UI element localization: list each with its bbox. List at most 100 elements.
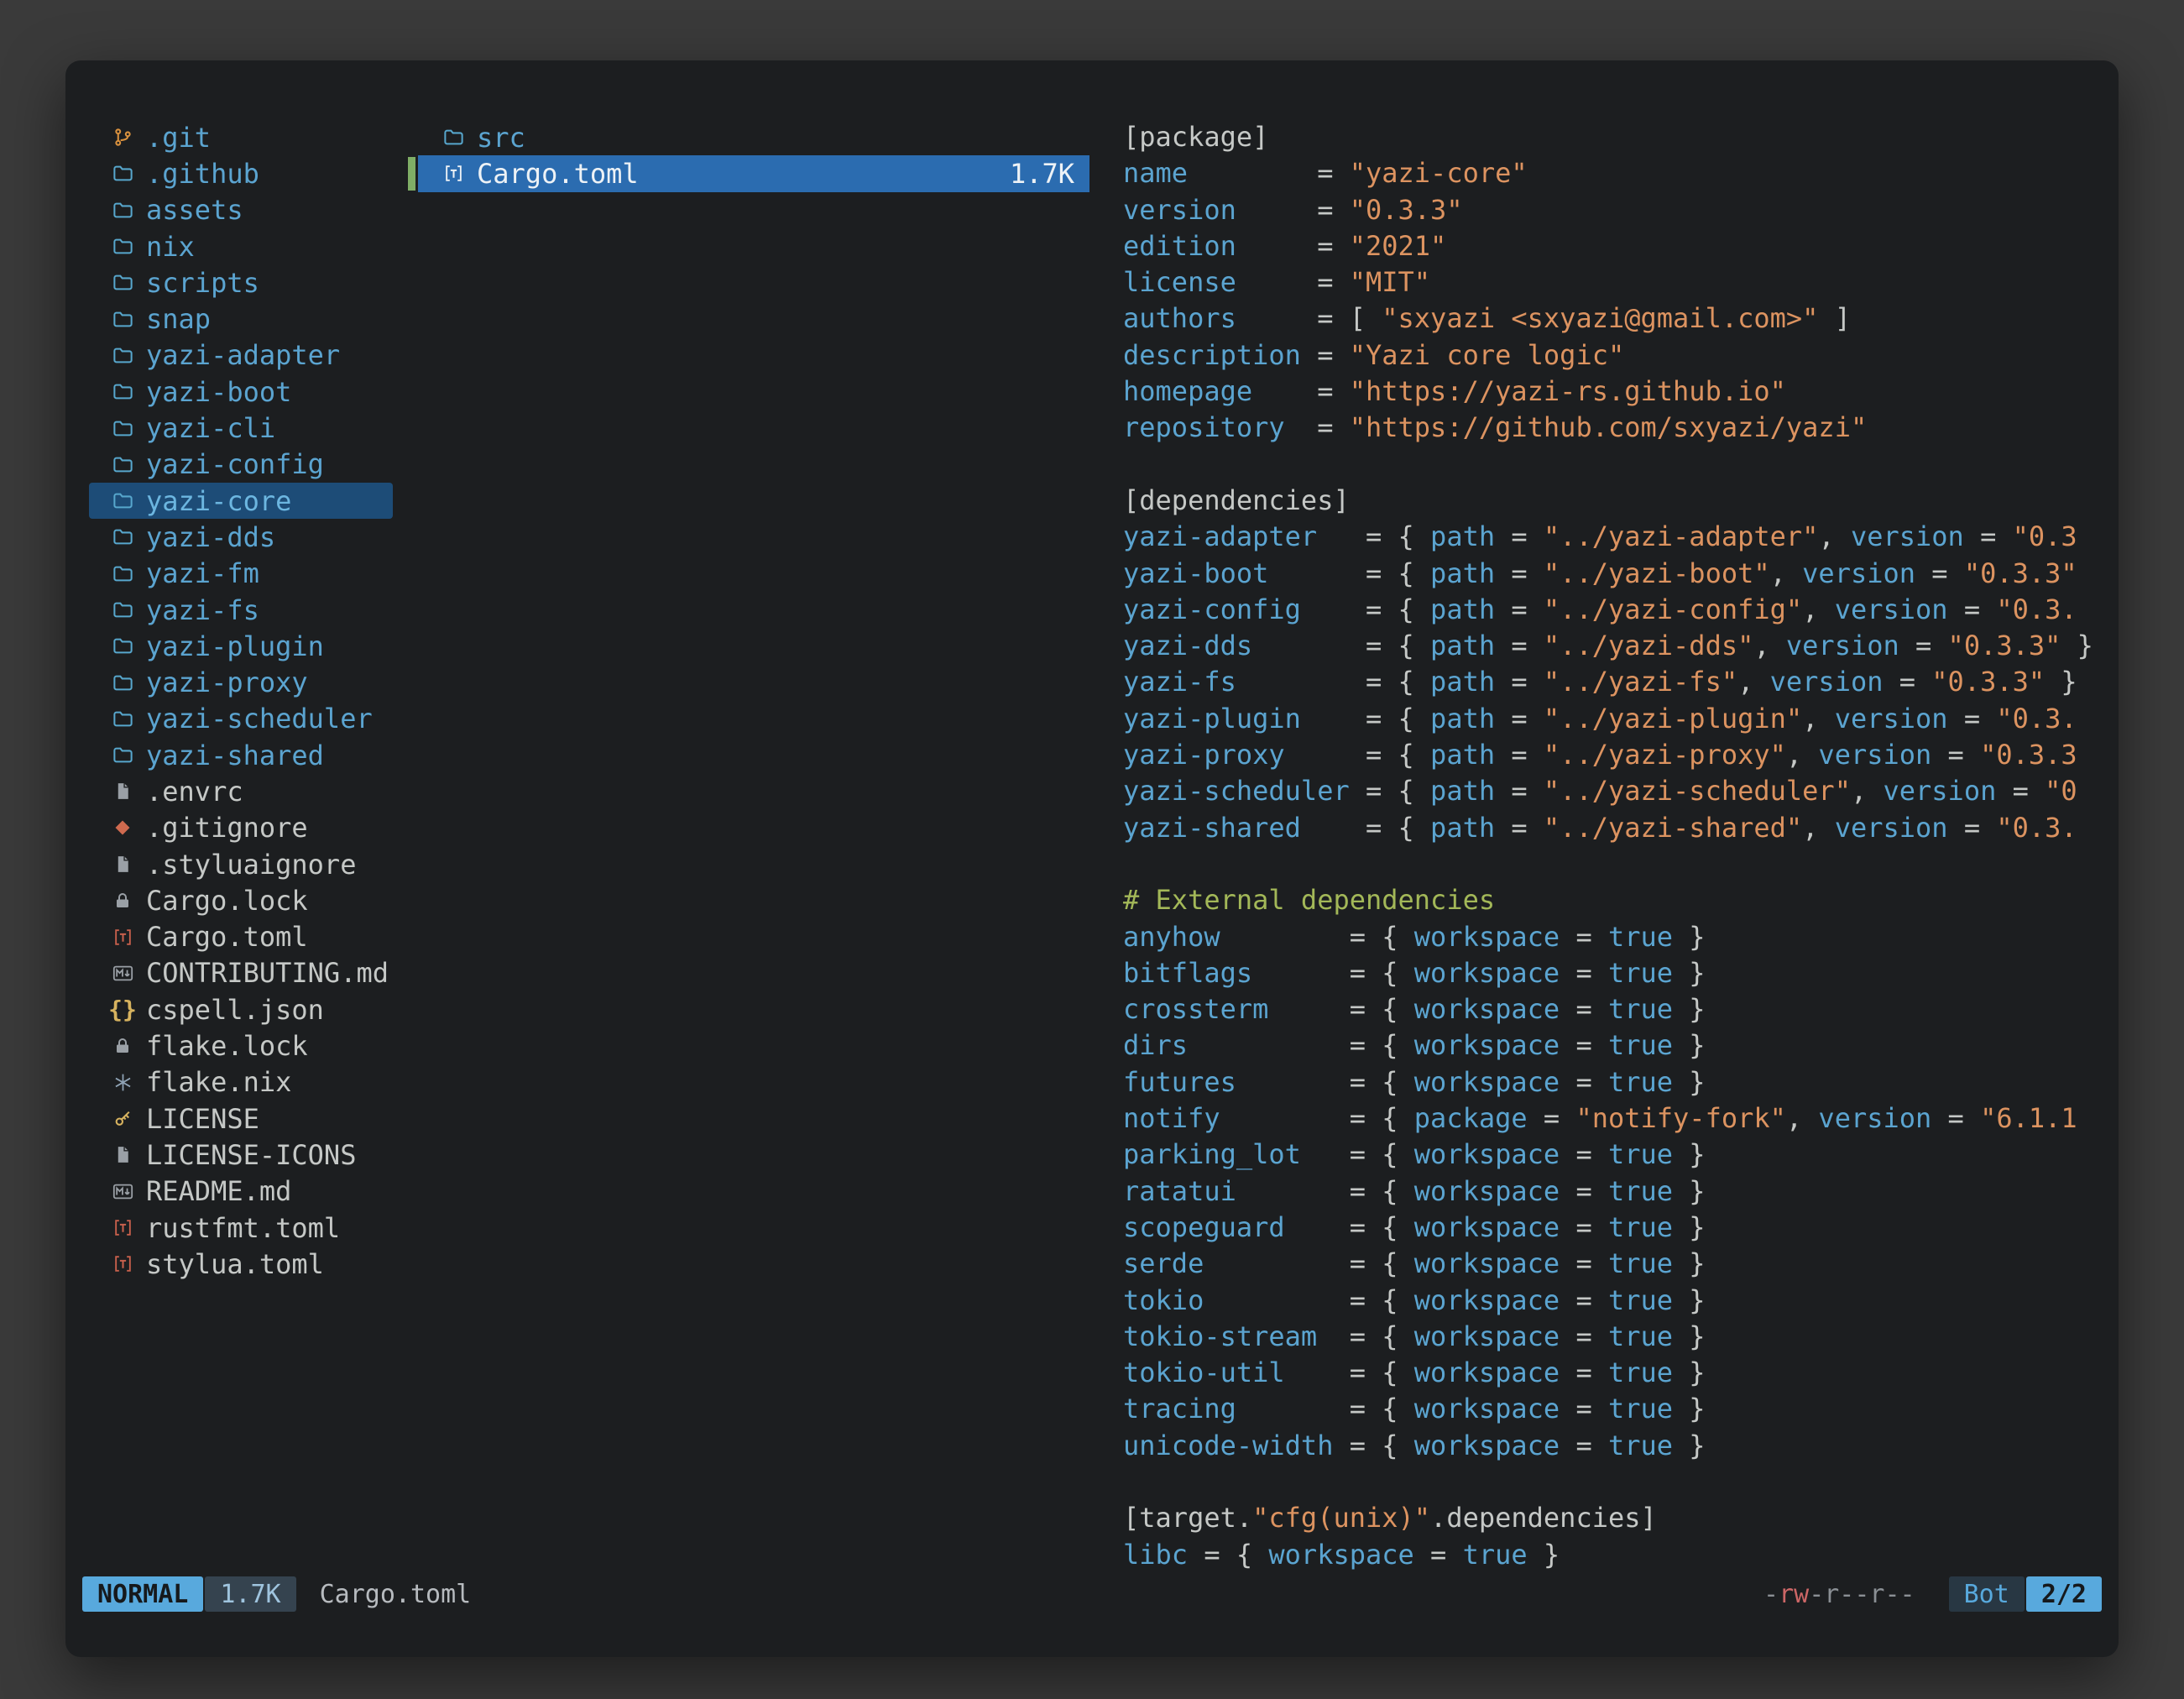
file-manager-panes: .git.githubassetsnix scriptssnapyazi-adap… bbox=[89, 119, 2110, 1577]
scroll-position-badge: Bot bbox=[1949, 1576, 2025, 1612]
preview-line: bitflags = { workspace = true } bbox=[1123, 955, 2110, 991]
file-label: Cargo.lock bbox=[146, 885, 308, 917]
dir-row-yazi-config[interactable]: yazi-config bbox=[89, 447, 393, 483]
dir-row-nix[interactable]: nix bbox=[89, 228, 393, 264]
status-bar: NORMAL 1.7K Cargo.toml -rw-r--r-- Bot 2/… bbox=[82, 1576, 2102, 1612]
preview-line: yazi-scheduler = { path = "../yazi-sched… bbox=[1123, 773, 2110, 809]
preview-line: [dependencies] bbox=[1123, 483, 2110, 519]
file-row-.styluaignore[interactable]: .styluaignore bbox=[89, 846, 393, 882]
preview-line: dirs = { workspace = true } bbox=[1123, 1027, 2110, 1064]
preview-line: yazi-dds = { path = "../yazi-dds", versi… bbox=[1123, 628, 2110, 664]
folder-icon bbox=[107, 558, 138, 588]
file-label: yazi-shared bbox=[146, 740, 324, 771]
preview-line: # External dependencies bbox=[1123, 882, 2110, 918]
folder-icon bbox=[107, 268, 138, 298]
dir-row-snap[interactable]: snap bbox=[89, 301, 393, 337]
preview-line: version = "0.3.3" bbox=[1123, 192, 2110, 228]
file-label: LICENSE bbox=[146, 1103, 259, 1135]
file-label: nix bbox=[146, 231, 195, 263]
file-label: CONTRIBUTING.md bbox=[146, 957, 389, 989]
file-label: flake.nix bbox=[146, 1066, 291, 1098]
folder-icon bbox=[107, 195, 138, 225]
file-row-flake.lock[interactable]: flake.lock bbox=[89, 1027, 393, 1064]
preview-line: futures = { workspace = true } bbox=[1123, 1064, 2110, 1100]
dir-row-yazi-scheduler[interactable]: yazi-scheduler bbox=[89, 701, 393, 737]
dir-row-yazi-fs[interactable]: yazi-fs bbox=[89, 592, 393, 628]
dir-row-yazi-plugin[interactable]: yazi-plugin bbox=[89, 628, 393, 664]
dir-row-yazi-adapter[interactable]: yazi-adapter bbox=[89, 337, 393, 374]
dir-row-yazi-cli[interactable]: yazi-cli bbox=[89, 410, 393, 446]
permissions-text: -rw-r--r-- bbox=[1763, 1580, 1915, 1609]
mode-badge: NORMAL bbox=[82, 1576, 203, 1612]
perm-prefix: - bbox=[1763, 1580, 1779, 1609]
dir-row-src[interactable]: src bbox=[418, 119, 1089, 155]
perm-rw: rw bbox=[1779, 1580, 1809, 1609]
file-row-rustfmt.toml[interactable]: rustfmt.toml bbox=[89, 1210, 393, 1246]
preview-line: serde = { workspace = true } bbox=[1123, 1246, 2110, 1282]
dir-row-.git[interactable]: .git bbox=[89, 119, 393, 155]
file-label: yazi-fm bbox=[146, 557, 259, 589]
folder-icon bbox=[107, 631, 138, 661]
dir-row-assets[interactable]: assets bbox=[89, 192, 393, 228]
file-label: README.md bbox=[146, 1175, 291, 1207]
lock-icon bbox=[107, 1031, 138, 1061]
file-row-LICENSE-ICONS[interactable]: LICENSE-ICONS bbox=[89, 1137, 393, 1173]
snowflake-icon bbox=[107, 1067, 138, 1097]
toml-icon bbox=[107, 922, 138, 952]
file-label: yazi-config bbox=[146, 448, 324, 480]
dir-row-yazi-boot[interactable]: yazi-boot bbox=[89, 374, 393, 410]
file-row-.gitignore[interactable]: .gitignore bbox=[89, 810, 393, 846]
preview-line: unicode-width = { workspace = true } bbox=[1123, 1428, 2110, 1464]
file-label: yazi-fs bbox=[146, 594, 259, 626]
preview-line bbox=[1123, 846, 2110, 882]
file-row-Cargo.lock[interactable]: Cargo.lock bbox=[89, 882, 393, 918]
file-row-LICENSE[interactable]: LICENSE bbox=[89, 1100, 393, 1137]
file-label: rustfmt.toml bbox=[146, 1212, 340, 1244]
file-row-.envrc[interactable]: .envrc bbox=[89, 773, 393, 809]
preview-line: homepage = "https://yazi-rs.github.io" bbox=[1123, 374, 2110, 410]
preview-line: scopeguard = { workspace = true } bbox=[1123, 1210, 2110, 1246]
file-label: src bbox=[477, 122, 525, 154]
preview-line bbox=[1123, 447, 2110, 483]
preview-line: parking_lot = { workspace = true } bbox=[1123, 1137, 2110, 1173]
size-badge: 1.7K bbox=[205, 1576, 295, 1612]
preview-line: description = "Yazi core logic" bbox=[1123, 337, 2110, 374]
preview-line: edition = "2021" bbox=[1123, 228, 2110, 264]
preview-line: [target."cfg(unix)".dependencies] bbox=[1123, 1500, 2110, 1536]
file-row-flake.nix[interactable]: flake.nix bbox=[89, 1064, 393, 1100]
folder-icon bbox=[107, 340, 138, 370]
folder-icon bbox=[107, 413, 138, 443]
dir-row-yazi-shared[interactable]: yazi-shared bbox=[89, 737, 393, 773]
dir-row-yazi-proxy[interactable]: yazi-proxy bbox=[89, 664, 393, 700]
file-label: scripts bbox=[146, 267, 259, 299]
file-row-Cargo.toml[interactable]: Cargo.toml1.7K bbox=[418, 155, 1089, 191]
preview-line: repository = "https://github.com/sxyazi/… bbox=[1123, 410, 2110, 446]
file-label: yazi-proxy bbox=[146, 667, 308, 698]
file-row-Cargo.toml[interactable]: Cargo.toml bbox=[89, 919, 393, 955]
key-icon bbox=[107, 1104, 138, 1134]
dir-row-yazi-fm[interactable]: yazi-fm bbox=[89, 556, 393, 592]
dir-row-yazi-dds[interactable]: yazi-dds bbox=[89, 519, 393, 555]
folder-icon bbox=[107, 486, 138, 516]
preview-line: tokio = { workspace = true } bbox=[1123, 1283, 2110, 1319]
file-label: .styluaignore bbox=[146, 849, 356, 881]
preview-line: [package] bbox=[1123, 119, 2110, 155]
file-row-cspell.json[interactable]: {}cspell.json bbox=[89, 991, 393, 1027]
preview-line: license = "MIT" bbox=[1123, 264, 2110, 301]
dir-row-.github[interactable]: .github bbox=[89, 155, 393, 191]
file-row-CONTRIBUTING.md[interactable]: CONTRIBUTING.md bbox=[89, 955, 393, 991]
file-label: .github bbox=[146, 158, 259, 190]
file-icon bbox=[107, 850, 138, 880]
folder-icon bbox=[107, 522, 138, 552]
file-label: yazi-scheduler bbox=[146, 703, 373, 734]
file-icon bbox=[107, 1140, 138, 1170]
dir-row-scripts[interactable]: scripts bbox=[89, 264, 393, 301]
file-row-README.md[interactable]: README.md bbox=[89, 1174, 393, 1210]
file-row-stylua.toml[interactable]: stylua.toml bbox=[89, 1246, 393, 1282]
selection-marker bbox=[408, 157, 415, 190]
preview-line: anyhow = { workspace = true } bbox=[1123, 919, 2110, 955]
file-label: .envrc bbox=[146, 776, 243, 808]
perm-rest: -r--r-- bbox=[1809, 1580, 1915, 1609]
cursor-counter-badge: 2/2 bbox=[2026, 1576, 2102, 1612]
dir-row-yazi-core[interactable]: yazi-core bbox=[89, 483, 393, 519]
